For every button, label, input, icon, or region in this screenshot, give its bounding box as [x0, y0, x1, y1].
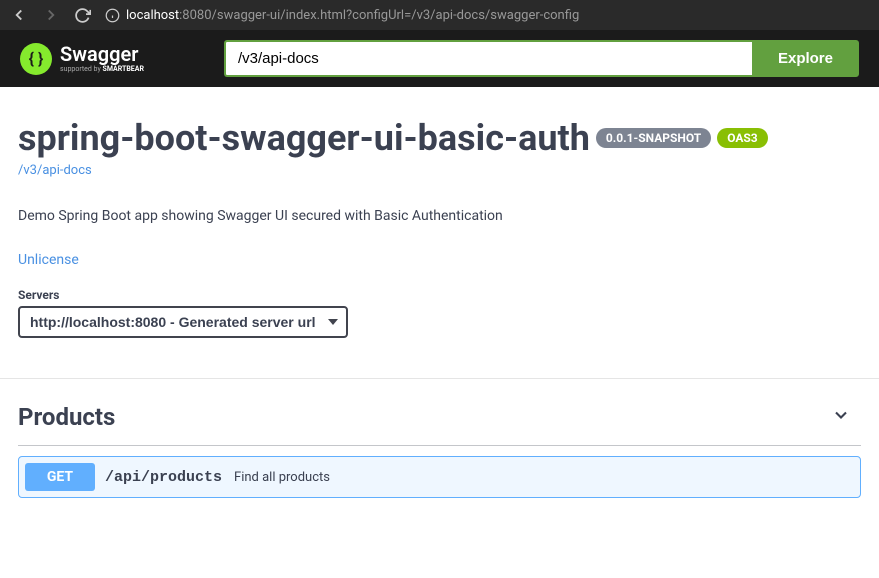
api-title: spring-boot-swagger-ui-basic-auth — [18, 117, 590, 159]
operation-summary: Find all products — [234, 470, 330, 485]
forward-icon[interactable] — [42, 6, 60, 24]
swagger-topbar: { } Swagger supported by SMARTBEAR Explo… — [0, 30, 879, 87]
servers-label: Servers — [18, 288, 861, 302]
url-text[interactable]: localhost:8080/swagger-ui/index.html?con… — [126, 8, 579, 23]
reload-icon[interactable] — [74, 7, 91, 24]
api-info: spring-boot-swagger-ui-basic-auth 0.0.1-… — [0, 87, 879, 288]
swagger-logo-icon: { } — [20, 43, 52, 75]
operation-get-products[interactable]: GET /api/products Find all products — [18, 456, 861, 498]
oas-badge: OAS3 — [717, 128, 768, 148]
operation-path: /api/products — [105, 469, 222, 486]
info-icon[interactable] — [105, 8, 120, 23]
logo-title: Swagger — [60, 44, 144, 64]
explore-button[interactable]: Explore — [752, 40, 859, 77]
servers-section: Servers http://localhost:8080 - Generate… — [0, 288, 879, 358]
spec-url-input[interactable] — [224, 40, 752, 77]
http-method-badge: GET — [25, 463, 95, 491]
api-description: Demo Spring Boot app showing Swagger UI … — [18, 208, 861, 224]
chevron-down-icon — [831, 405, 851, 429]
servers-select[interactable]: http://localhost:8080 - Generated server… — [18, 306, 348, 338]
license-link[interactable]: Unlicense — [18, 252, 79, 268]
tag-products[interactable]: Products — [18, 389, 861, 446]
swagger-logo[interactable]: { } Swagger supported by SMARTBEAR — [20, 43, 144, 75]
tag-name: Products — [18, 403, 115, 431]
browser-address-bar: localhost:8080/swagger-ui/index.html?con… — [0, 0, 879, 30]
spec-link[interactable]: /v3/api-docs — [18, 163, 92, 178]
version-badge: 0.0.1-SNAPSHOT — [596, 128, 711, 148]
logo-subtitle: supported by SMARTBEAR — [60, 66, 144, 73]
back-icon[interactable] — [10, 6, 28, 24]
